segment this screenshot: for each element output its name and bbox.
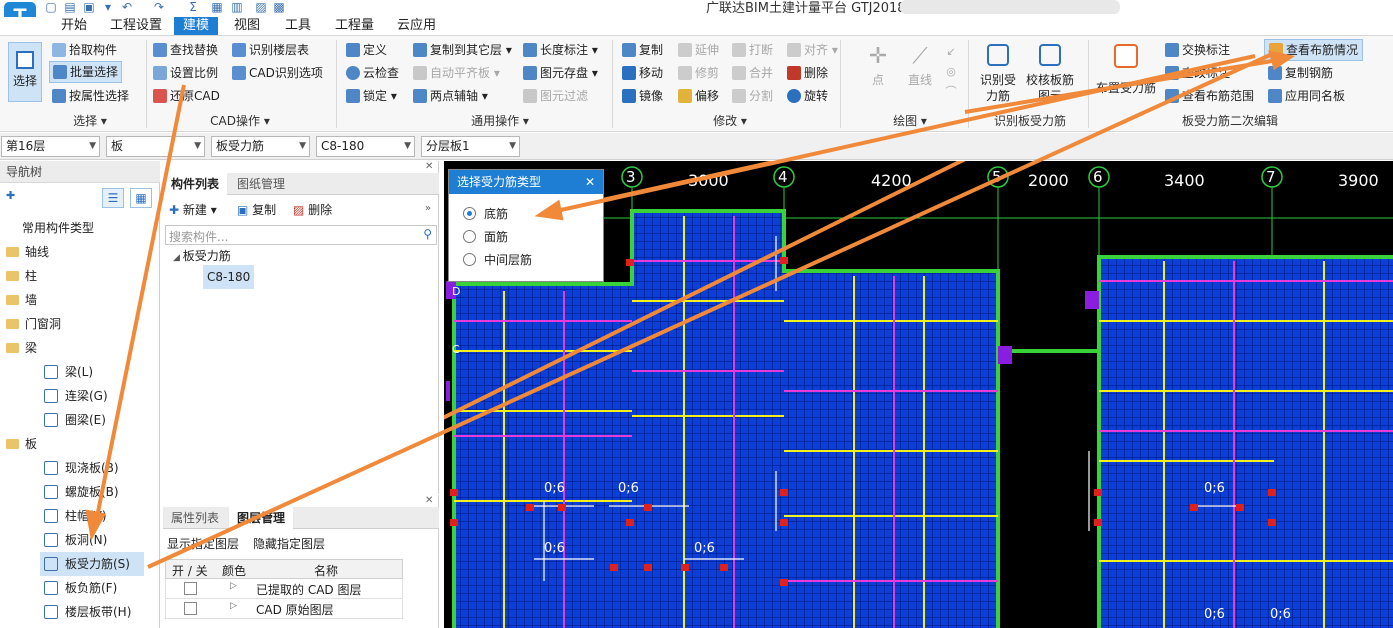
tutorial-arrow-overlay — [85, 50, 1296, 569]
